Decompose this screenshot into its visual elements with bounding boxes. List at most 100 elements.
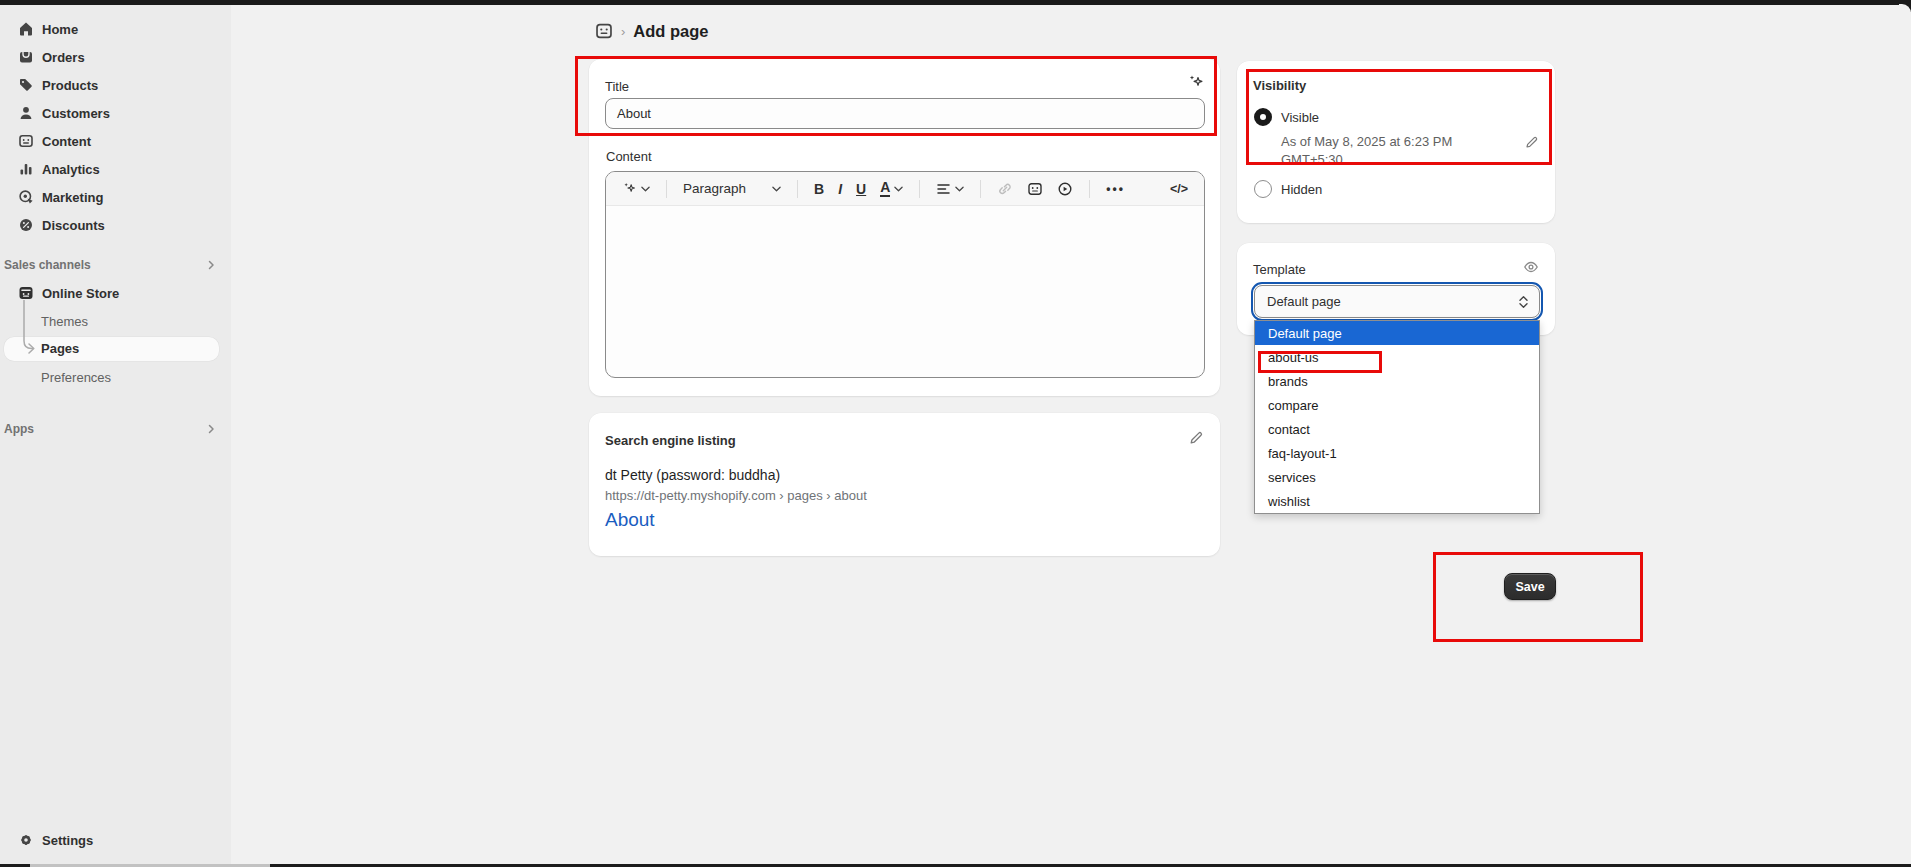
- sidebar-item-analytics[interactable]: Analytics: [0, 155, 231, 183]
- settings-gear-icon: [18, 832, 34, 848]
- sidebar-item-customers[interactable]: Customers: [0, 99, 231, 127]
- search-engine-listing-card: Search engine listing dt Petty (password…: [589, 413, 1220, 556]
- paragraph-dropdown-label: Paragraph: [683, 181, 746, 196]
- link-icon: [997, 181, 1013, 197]
- text-color-label: A: [880, 180, 890, 197]
- template-select[interactable]: Default page: [1254, 285, 1540, 318]
- show-html-button[interactable]: </>: [1163, 176, 1195, 202]
- align-left-icon: [936, 182, 951, 196]
- dropdown-option-compare[interactable]: compare: [1255, 393, 1539, 417]
- visible-note-line2: GMT+5:30: [1281, 151, 1452, 169]
- magic-sparkle-icon[interactable]: [1187, 73, 1205, 91]
- page-details-card: Title About Content Paragraph B I U A: [589, 59, 1220, 396]
- sidebar-item-label: Online Store: [42, 286, 119, 301]
- sidebar-item-label: Home: [42, 22, 78, 37]
- seo-heading: Search engine listing: [605, 433, 736, 448]
- magic-sparkle-icon: [622, 181, 637, 196]
- orders-icon: [18, 49, 34, 65]
- editor-toolbar: Paragraph B I U A: [606, 172, 1204, 206]
- select-updown-icon: [1518, 295, 1529, 309]
- visibility-heading: Visibility: [1253, 78, 1306, 93]
- visible-note: As of May 8, 2025 at 6:23 PM GMT+5:30: [1281, 133, 1452, 169]
- more-options-button[interactable]: •••: [1099, 176, 1132, 202]
- dropdown-option-contact[interactable]: contact: [1255, 417, 1539, 441]
- title-input[interactable]: About: [605, 98, 1205, 129]
- chevron-down-icon: [772, 186, 781, 192]
- sidebar-item-label: Analytics: [42, 162, 100, 177]
- seo-title-link[interactable]: About: [605, 509, 655, 531]
- sidebar-item-themes[interactable]: Themes: [41, 314, 88, 329]
- edit-pencil-icon[interactable]: [1188, 430, 1204, 446]
- visibility-card: Visibility Visible As of May 8, 2025 at …: [1237, 61, 1555, 223]
- chevron-down-icon: [641, 186, 650, 192]
- sidebar-section-apps[interactable]: Apps: [0, 419, 231, 439]
- insert-link-button[interactable]: [990, 176, 1020, 202]
- page-breadcrumb-icon[interactable]: [595, 22, 613, 40]
- window-top-bar: [0, 0, 1911, 5]
- toolbar-divider: [1089, 180, 1090, 198]
- sidebar-item-settings[interactable]: Settings: [0, 826, 231, 854]
- italic-button[interactable]: I: [831, 176, 849, 202]
- analytics-icon: [18, 161, 34, 177]
- toolbar-divider: [666, 180, 667, 198]
- save-button-label: Save: [1515, 580, 1544, 594]
- template-select-value: Default page: [1267, 294, 1518, 309]
- marketing-icon: [18, 189, 34, 205]
- sidebar-item-label: Content: [42, 134, 91, 149]
- dropdown-option-faq-layout-1[interactable]: faq-layout-1: [1255, 441, 1539, 465]
- bold-button[interactable]: B: [807, 176, 831, 202]
- save-button[interactable]: Save: [1504, 573, 1556, 600]
- insert-video-button[interactable]: [1050, 176, 1080, 202]
- alignment-button[interactable]: [929, 176, 971, 202]
- underline-button[interactable]: U: [849, 176, 873, 202]
- tree-connector: [16, 297, 40, 357]
- discounts-icon: [18, 217, 34, 233]
- dropdown-option-services[interactable]: services: [1255, 465, 1539, 489]
- sidebar-item-home[interactable]: Home: [0, 15, 231, 43]
- visible-radio[interactable]: [1254, 108, 1272, 126]
- template-label: Template: [1253, 262, 1306, 277]
- view-eye-icon[interactable]: [1523, 259, 1539, 275]
- sidebar-item-label: Settings: [42, 833, 93, 848]
- products-icon: [18, 77, 34, 93]
- seo-site-line: dt Petty (password: buddha): [605, 467, 780, 483]
- seo-url-line: https://dt-petty.myshopify.com › pages ›…: [605, 488, 867, 503]
- dropdown-option-default-page[interactable]: Default page: [1255, 321, 1539, 345]
- chevron-down-icon: [955, 186, 964, 192]
- chevron-down-icon: [894, 186, 903, 192]
- visible-radio-label[interactable]: Visible: [1281, 110, 1319, 125]
- chevron-right-icon: [205, 423, 217, 435]
- sidebar-item-marketing[interactable]: Marketing: [0, 183, 231, 211]
- breadcrumb-separator: ›: [621, 24, 625, 39]
- chevron-right-icon: [205, 259, 217, 271]
- edit-pencil-icon[interactable]: [1524, 135, 1539, 150]
- dropdown-option-about-us[interactable]: about-us: [1255, 345, 1539, 369]
- toolbar-divider: [980, 180, 981, 198]
- sidebar-item-discounts[interactable]: Discounts: [0, 211, 231, 239]
- sidebar-item-pages-label[interactable]: Pages: [41, 341, 79, 356]
- insert-image-button[interactable]: [1020, 176, 1050, 202]
- sidebar-item-label: Marketing: [42, 190, 103, 205]
- image-icon: [1027, 181, 1043, 197]
- text-color-button[interactable]: A: [873, 176, 910, 202]
- dropdown-option-wishlist[interactable]: wishlist: [1255, 489, 1539, 513]
- sidebar-item-orders[interactable]: Orders: [0, 43, 231, 71]
- sidebar-item-content[interactable]: Content: [0, 127, 231, 155]
- hidden-radio-label[interactable]: Hidden: [1281, 182, 1322, 197]
- page-title: Add page: [633, 22, 708, 41]
- sidebar-item-preferences[interactable]: Preferences: [41, 370, 111, 385]
- paragraph-style-dropdown[interactable]: Paragraph: [676, 176, 788, 202]
- toolbar-divider: [919, 180, 920, 198]
- content-label: Content: [606, 149, 652, 164]
- toolbar-divider: [797, 180, 798, 198]
- hidden-radio[interactable]: [1254, 180, 1272, 198]
- sidebar-item-label: Orders: [42, 50, 85, 65]
- visible-note-line1: As of May 8, 2025 at 6:23 PM: [1281, 133, 1452, 151]
- sidebar: Home Orders Products Customers Content A…: [0, 5, 231, 864]
- dropdown-option-brands[interactable]: brands: [1255, 369, 1539, 393]
- sidebar-item-products[interactable]: Products: [0, 71, 231, 99]
- sidebar-section-sales-channels[interactable]: Sales channels: [0, 255, 231, 275]
- editor-magic-button[interactable]: [615, 176, 657, 202]
- rich-text-editor[interactable]: Paragraph B I U A: [605, 171, 1205, 378]
- title-input-value: About: [617, 106, 651, 121]
